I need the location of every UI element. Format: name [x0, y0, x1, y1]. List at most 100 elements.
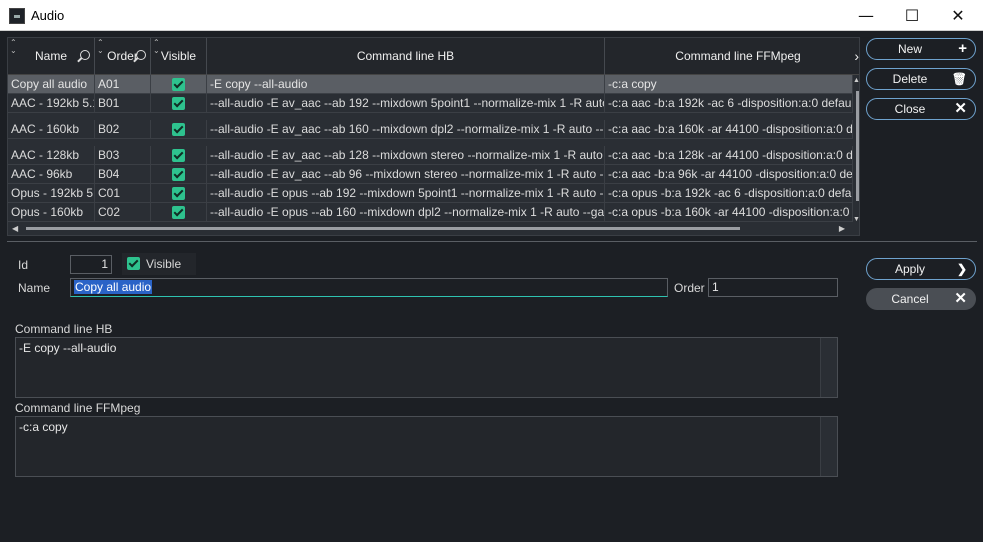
- hb-textarea-text: -E copy --all-audio: [19, 341, 117, 355]
- name-cell: Opus - 192kb 5.1: [8, 184, 95, 203]
- hb-label: Command line HB: [15, 322, 113, 336]
- chevron-right-icon[interactable]: ›: [854, 49, 859, 63]
- textarea-scrollbar[interactable]: [820, 417, 837, 476]
- order-cell: C01: [95, 184, 151, 203]
- search-icon[interactable]: [136, 50, 146, 60]
- hb-cell: --all-audio -E av_aac --ab 128 --mixdown…: [207, 146, 605, 165]
- visible-cell: [151, 184, 207, 203]
- scroll-up-icon[interactable]: ▲: [853, 77, 859, 84]
- checkbox-checked-icon[interactable]: [172, 97, 185, 110]
- name-cell: AAC - 96kb: [8, 165, 95, 184]
- checkbox-checked-icon[interactable]: [127, 257, 140, 270]
- scroll-left-icon[interactable]: ◀: [12, 224, 18, 233]
- visible-cell: [151, 146, 207, 165]
- apply-button[interactable]: Apply ❯: [866, 258, 976, 280]
- table-row[interactable]: Opus - 192kb 5.1 C01 --all-audio -E opus -…: [8, 184, 853, 203]
- window-close-button[interactable]: ✕: [935, 0, 981, 31]
- trash-icon: 🗑: [951, 72, 967, 86]
- id-field[interactable]: 1: [70, 255, 112, 274]
- ffmpeg-cell: -c:a opus -b:a 192k -ac 6 -disposition:a…: [605, 184, 853, 203]
- table-row[interactable]: AAC - 96kb B04 --all-audio -E av_aac --ab …: [8, 165, 853, 184]
- close-button[interactable]: Close ✕: [866, 98, 976, 120]
- order-cell: B04: [95, 165, 151, 184]
- horizontal-scrollbar[interactable]: ◀ ▶: [8, 222, 853, 235]
- hb-cell: --all-audio -E av_aac --ab 160 --mixdown…: [207, 120, 605, 139]
- scrollbar-thumb[interactable]: [856, 91, 859, 201]
- new-button[interactable]: New +: [866, 38, 976, 60]
- visible-cell: [151, 165, 207, 184]
- vertical-scrollbar[interactable]: ▲ ▼: [853, 75, 859, 223]
- checkbox-checked-icon[interactable]: [172, 123, 185, 136]
- table-row[interactable]: AAC - 192kb 5.1 B01 --all-audio -E av_aac …: [8, 94, 853, 113]
- order-label: Order: [674, 281, 705, 295]
- checkbox-checked-icon[interactable]: [172, 149, 185, 162]
- cancel-button[interactable]: Cancel ✕: [866, 288, 976, 310]
- order-cell: B01: [95, 94, 151, 113]
- ffmpeg-cell: -c:a copy: [605, 75, 853, 94]
- order-cell: B02: [95, 120, 151, 139]
- checkbox-checked-icon[interactable]: [172, 206, 185, 219]
- name-cell: AAC - 192kb 5.1: [8, 94, 95, 113]
- scroll-right-icon[interactable]: ▶: [839, 224, 845, 233]
- hb-cell: --all-audio -E opus --ab 192 --mixdown 5…: [207, 184, 605, 203]
- ffmpeg-textarea-text: -c:a copy: [19, 420, 68, 434]
- order-cell: C02: [95, 203, 151, 222]
- chevron-down-icon: ❯: [956, 262, 967, 276]
- title-bar: Audio — ☐ ✕: [0, 0, 983, 31]
- close-icon: ✕: [954, 100, 967, 117]
- sort-icon: ⌃ ⌄: [97, 38, 104, 55]
- ffmpeg-cell: -c:a aac -b:a 128k -ar 44100 -dispositio…: [605, 146, 853, 165]
- hb-cell: --all-audio -E av_aac --ab 192 --mixdown…: [207, 94, 605, 113]
- visible-cell: [151, 94, 207, 113]
- name-field-selected-text: Copy all audio: [74, 280, 153, 294]
- column-header-order[interactable]: ⌃ ⌄ Order: [95, 38, 151, 75]
- hb-textarea[interactable]: -E copy --all-audio: [15, 337, 838, 398]
- table-row[interactable]: AAC - 128kb B03 --all-audio -E av_aac --ab…: [8, 146, 853, 165]
- ffmpeg-textarea[interactable]: -c:a copy: [15, 416, 838, 477]
- order-field[interactable]: 1: [708, 278, 838, 297]
- name-cell: Copy all audio: [8, 75, 95, 94]
- order-cell: A01: [95, 75, 151, 94]
- ffmpeg-cell: -c:a aac -b:a 160k -ar 44100 -dispositio…: [605, 120, 853, 139]
- order-cell: B03: [95, 146, 151, 165]
- visible-cell: [151, 203, 207, 222]
- search-icon[interactable]: [80, 50, 90, 60]
- scrollbar-thumb[interactable]: [26, 227, 740, 230]
- table-row[interactable]: AAC - 160kb B02 --all-audio -E av_aac --ab…: [8, 120, 853, 139]
- delete-button[interactable]: Delete 🗑: [866, 68, 976, 90]
- visible-checkbox[interactable]: Visible: [122, 253, 196, 275]
- hb-cell: -E copy --all-audio: [207, 75, 605, 94]
- presets-grid[interactable]: ⌃ ⌄ Name ⌃ ⌄ Order ⌃ ⌄ Visible Command line…: [7, 37, 860, 236]
- plus-icon: +: [958, 40, 967, 57]
- close-icon: ✕: [954, 290, 967, 307]
- sort-icon: ⌃ ⌄: [10, 38, 17, 55]
- name-field[interactable]: Copy all audio: [70, 278, 668, 297]
- scroll-down-icon[interactable]: ▼: [853, 216, 859, 223]
- name-cell: AAC - 160kb: [8, 120, 95, 139]
- visible-cell: [151, 120, 207, 139]
- name-cell: AAC - 128kb: [8, 146, 95, 165]
- ffmpeg-cell: -c:a aac -b:a 96k -ar 44100 -disposition…: [605, 165, 853, 184]
- table-row[interactable]: Copy all audio A01 -E copy --all-audio -c:a…: [8, 75, 853, 94]
- column-header-ffmpeg[interactable]: Command line FFMpeg ›: [605, 38, 859, 75]
- textarea-scrollbar[interactable]: [820, 338, 837, 397]
- divider: [7, 241, 977, 242]
- app-icon: [9, 8, 25, 24]
- grid-header: ⌃ ⌄ Name ⌃ ⌄ Order ⌃ ⌄ Visible Command line…: [8, 38, 859, 75]
- column-header-name[interactable]: ⌃ ⌄ Name: [8, 38, 95, 75]
- maximize-button[interactable]: ☐: [889, 0, 935, 31]
- minimize-button[interactable]: —: [843, 0, 889, 31]
- ffmpeg-cell: -c:a opus -b:a 160k -ar 44100 -dispositi…: [605, 203, 853, 222]
- name-cell: Opus - 160kb: [8, 203, 95, 222]
- hb-cell: --all-audio -E av_aac --ab 96 --mixdown …: [207, 165, 605, 184]
- checkbox-checked-icon[interactable]: [172, 78, 185, 91]
- id-label: Id: [18, 258, 29, 272]
- name-label: Name: [18, 281, 51, 295]
- column-header-visible[interactable]: ⌃ ⌄ Visible: [151, 38, 207, 75]
- ffmpeg-label: Command line FFMpeg: [15, 401, 141, 415]
- visible-label: Visible: [146, 257, 182, 271]
- checkbox-checked-icon[interactable]: [172, 187, 185, 200]
- column-header-hb[interactable]: Command line HB: [207, 38, 605, 75]
- checkbox-checked-icon[interactable]: [172, 168, 185, 181]
- table-row[interactable]: Opus - 160kb C02 --all-audio -E opus --ab …: [8, 203, 853, 222]
